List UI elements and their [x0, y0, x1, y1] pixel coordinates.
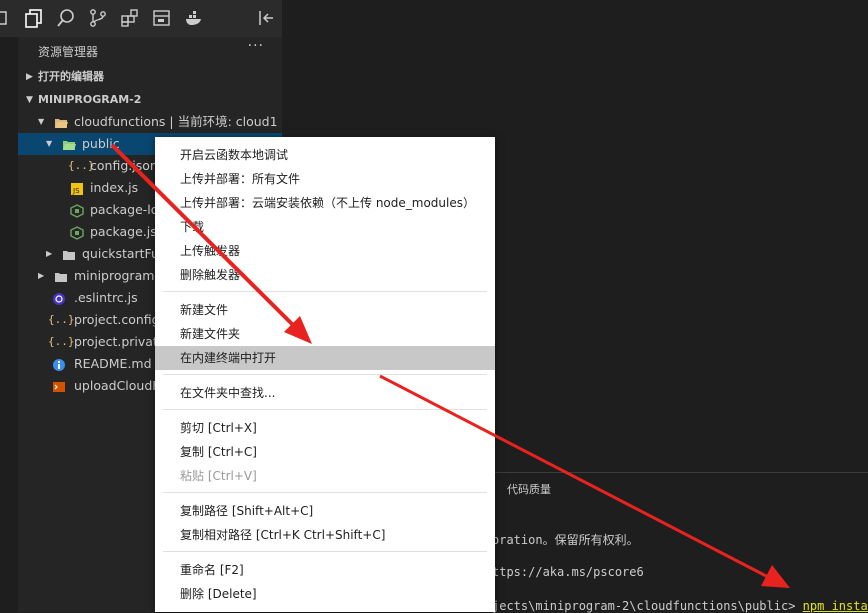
menu-item-upload-cloud-deps[interactable]: 上传并部署：云端安装依赖（不上传 node_modules） — [155, 191, 495, 215]
chevron-down-icon: ▼ — [26, 95, 33, 105]
menu-item-label: 复制 [Ctrl+C] — [180, 445, 257, 459]
cloud-dev-icon[interactable] — [152, 8, 172, 28]
menu-item-new-folder[interactable]: 新建文件夹 — [155, 322, 495, 346]
tree-item-label: .eslintrc.js — [74, 290, 138, 305]
extensions-icon[interactable] — [120, 8, 140, 28]
open-editors-label: 打开的编辑器 — [38, 70, 104, 83]
menu-item-copy-path[interactable]: 复制路径 [Shift+Alt+C] — [155, 499, 495, 523]
menu-item-label: 新建文件 — [180, 303, 229, 317]
menu-item-label: 删除触发器 — [180, 268, 241, 282]
menu-item-copy[interactable]: 复制 [Ctrl+C] — [155, 440, 495, 464]
split-icon[interactable] — [0, 8, 12, 28]
menu-separator — [163, 374, 487, 375]
project-label: MINIPROGRAM-2 — [38, 93, 142, 106]
menu-item-cut[interactable]: 剪切 [Ctrl+X] — [155, 416, 495, 440]
menu-item-open-in-terminal[interactable]: 在内建终端中打开 — [155, 346, 495, 370]
tree-item-cloudfunctions[interactable]: ▼ cloudfunctions | 当前环境: cloud1 — [18, 111, 282, 133]
menu-item-label: 上传触发器 — [180, 244, 241, 258]
chevron-right-icon: ▶ — [26, 72, 33, 82]
project-section[interactable]: ▼ MINIPROGRAM-2 — [18, 89, 282, 111]
tree-item-label: project.config. — [74, 312, 164, 327]
menu-item-label: 上传并部署：云端安装依赖（不上传 node_modules） — [180, 196, 475, 210]
menu-item-label: 复制相对路径 [Ctrl+K Ctrl+Shift+C] — [180, 528, 386, 542]
menu-item-label: 下载 — [180, 220, 205, 234]
source-control-icon[interactable] — [88, 8, 108, 28]
terminal-line: ttps://aka.ms/pscore6 — [492, 565, 644, 579]
menu-separator — [163, 409, 487, 410]
menu-item-label: 新建文件夹 — [180, 327, 241, 341]
collapse-panel-icon[interactable] — [257, 8, 277, 28]
json-icon: {..} — [48, 335, 75, 348]
menu-item-label: 在内建终端中打开 — [180, 351, 277, 365]
svg-text:JS: JS — [72, 187, 80, 195]
more-actions-icon[interactable]: ··· — [248, 38, 264, 54]
explorer-title: 资源管理器 — [38, 45, 99, 59]
docker-icon[interactable] — [184, 8, 204, 28]
chevron-down-icon: ▼ — [38, 117, 45, 126]
menu-item-new-file[interactable]: 新建文件 — [155, 298, 495, 322]
menu-item-download[interactable]: 下载 — [155, 215, 495, 239]
terminal-line: oration。保留所有权利。 — [492, 533, 639, 547]
menu-item-rename[interactable]: 重命名 [F2] — [155, 558, 495, 582]
tree-item-label: package.jso — [90, 224, 165, 239]
menu-separator — [163, 551, 487, 552]
menu-item-label: 剪切 [Ctrl+X] — [180, 421, 257, 435]
menu-item-local-debug[interactable]: 开启云函数本地调试 — [155, 143, 495, 167]
menu-item-label: 复制路径 [Shift+Alt+C] — [180, 504, 314, 518]
menu-separator — [163, 492, 487, 493]
folder-icon — [62, 247, 76, 261]
js-icon: JS — [70, 181, 84, 195]
menu-item-label: 在文件夹中查找... — [180, 386, 276, 400]
explorer-icon[interactable] — [24, 8, 44, 28]
tree-item-label: index.js — [90, 180, 139, 195]
info-icon — [52, 357, 66, 371]
menu-item-upload-trigger[interactable]: 上传触发器 — [155, 239, 495, 263]
context-menu: 开启云函数本地调试 上传并部署：所有文件 上传并部署：云端安装依赖（不上传 no… — [155, 137, 495, 612]
json-icon: {..} — [68, 159, 95, 172]
npm-icon — [70, 203, 84, 218]
folder-icon — [54, 269, 68, 283]
menu-item-label: 上传并部署：所有文件 — [180, 172, 301, 186]
menu-item-label: 删除 [Delete] — [180, 587, 257, 601]
tree-item-label: public — [82, 136, 120, 151]
menu-item-copy-relative-path[interactable]: 复制相对路径 [Ctrl+K Ctrl+Shift+C] — [155, 523, 495, 547]
activity-bar — [0, 0, 282, 37]
menu-item-find-in-folder[interactable]: 在文件夹中查找... — [155, 381, 495, 405]
tab-bar — [282, 0, 868, 37]
left-strip — [0, 37, 18, 612]
menu-item-upload-all[interactable]: 上传并部署：所有文件 — [155, 167, 495, 191]
eslint-icon — [52, 291, 66, 305]
chevron-down-icon: ▼ — [46, 139, 53, 148]
json-icon: {..} — [48, 313, 75, 326]
menu-item-label: 粘贴 [Ctrl+V] — [180, 469, 257, 483]
terminal-path: jects\miniprogram-2\cloudfunctions\publi… — [492, 599, 803, 613]
search-icon[interactable] — [56, 8, 76, 28]
menu-separator — [163, 291, 487, 292]
tree-item-label: package-lo — [90, 202, 159, 217]
terminal-command[interactable]: npm install — [803, 599, 868, 613]
tab-code-quality[interactable]: 代码质量 — [507, 481, 551, 497]
chevron-right-icon: ▶ — [38, 271, 45, 280]
tree-item-label: project.private — [74, 334, 166, 349]
npm-icon — [70, 225, 84, 240]
folder-open-icon — [54, 115, 68, 129]
tree-item-label: uploadCloudF — [74, 378, 160, 393]
folder-open-icon — [62, 137, 76, 151]
tree-item-label: config.json — [90, 158, 158, 173]
shell-icon — [52, 379, 66, 393]
menu-item-delete-trigger[interactable]: 删除触发器 — [155, 263, 495, 287]
menu-item-label: 重命名 [F2] — [180, 563, 244, 577]
menu-item-label: 开启云函数本地调试 — [180, 148, 289, 162]
open-editors-section[interactable]: ▶ 打开的编辑器 — [18, 66, 282, 88]
menu-item-delete[interactable]: 删除 [Delete] — [155, 582, 495, 606]
tree-item-label: README.md — [74, 356, 152, 371]
tree-item-label: miniprogram — [74, 268, 155, 283]
menu-item-paste: 粘贴 [Ctrl+V] — [155, 464, 495, 488]
chevron-right-icon: ▶ — [46, 249, 53, 258]
tree-item-label: cloudfunctions | 当前环境: cloud1 — [74, 114, 278, 129]
terminal-prompt: jects\miniprogram-2\cloudfunctions\publi… — [492, 599, 868, 613]
